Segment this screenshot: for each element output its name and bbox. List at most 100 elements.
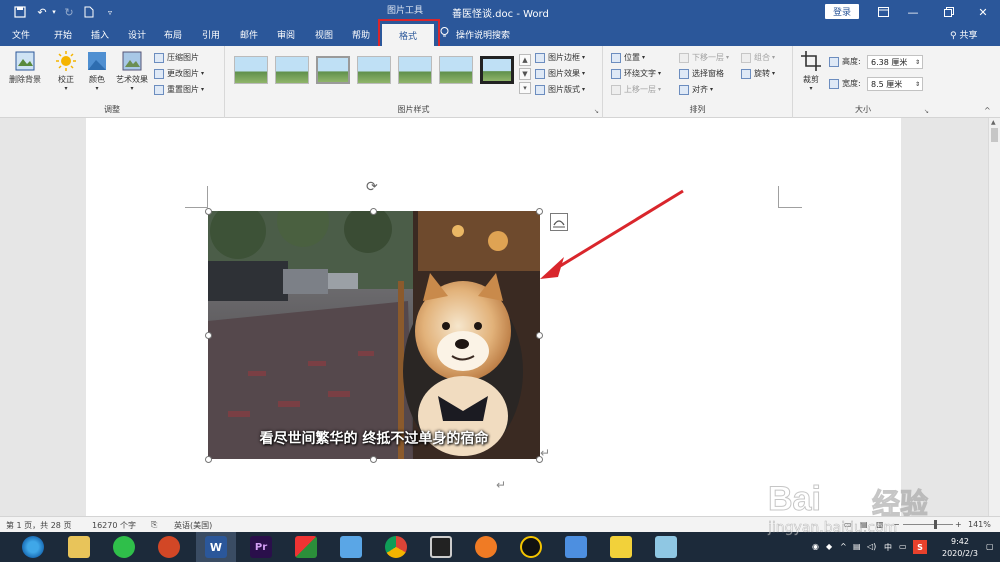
compress-pictures-button[interactable]: 压缩图片	[154, 52, 199, 63]
height-input[interactable]: 6.38 厘米 ⇕	[867, 55, 923, 69]
volume-icon[interactable]: ◁)	[867, 542, 876, 551]
close-icon[interactable]: ✕	[974, 3, 992, 21]
qq-icon[interactable]	[520, 536, 542, 558]
minimize-icon[interactable]: —	[904, 3, 922, 21]
share-button[interactable]: ⚲ 共享	[950, 28, 977, 41]
web-layout-icon[interactable]: ▥	[876, 520, 884, 529]
picture-style-2[interactable]	[275, 56, 309, 84]
picture-style-6[interactable]	[439, 56, 473, 84]
proofing-icon[interactable]: ⎘	[151, 520, 157, 530]
browser-icon[interactable]	[22, 536, 44, 558]
eraser-app-icon[interactable]	[655, 536, 677, 558]
resize-handle-bottom[interactable]	[370, 456, 377, 463]
tab-design[interactable]: 设计	[128, 28, 146, 41]
dialog-launcher-icon[interactable]: ↘	[594, 108, 599, 115]
resize-handle-left[interactable]	[205, 332, 212, 339]
picture-layout-button[interactable]: 图片版式 ▾	[535, 84, 585, 95]
clock-date[interactable]: 2020/2/3	[942, 549, 978, 558]
tray-app-icon[interactable]: ◆	[826, 542, 832, 551]
tab-file[interactable]: 文件	[12, 28, 30, 41]
ime-indicator[interactable]: 中	[884, 542, 892, 553]
picture-effects-button[interactable]: 图片效果 ▾	[535, 68, 585, 79]
read-mode-icon[interactable]: ▭	[844, 520, 852, 529]
color-button[interactable]: 颜色 ▾	[84, 50, 110, 92]
rotate-button[interactable]: 旋转 ▾	[741, 68, 775, 79]
bring-forward-button[interactable]: 上移一层 ▾	[611, 84, 661, 95]
file-explorer-icon[interactable]	[68, 536, 90, 558]
new-document-icon[interactable]	[82, 4, 96, 20]
width-input[interactable]: 8.5 厘米 ⇕	[867, 77, 923, 91]
media-player-icon[interactable]	[475, 536, 497, 558]
zoom-out-icon[interactable]: −	[893, 520, 900, 529]
spinner-icon[interactable]: ⇕	[915, 81, 920, 88]
save-icon[interactable]	[12, 4, 28, 20]
collapse-ribbon-icon[interactable]: ^	[984, 106, 991, 115]
chrome-icon[interactable]	[385, 536, 407, 558]
print-layout-icon[interactable]: ▤	[860, 520, 868, 529]
picture-border-button[interactable]: 图片边框 ▾	[535, 52, 585, 63]
show-hidden-icons-icon[interactable]: ^	[840, 542, 847, 551]
tab-insert[interactable]: 插入	[91, 28, 109, 41]
picture-style-4[interactable]	[357, 56, 391, 84]
gallery-scroll-down-icon[interactable]: ▼	[519, 68, 531, 80]
tell-me-search[interactable]: 操作说明搜索	[456, 28, 510, 41]
tab-view[interactable]: 视图	[315, 28, 333, 41]
zoom-slider-thumb[interactable]	[934, 520, 937, 529]
tab-mailings[interactable]: 邮件	[240, 28, 258, 41]
powerpoint-icon[interactable]	[158, 536, 180, 558]
undo-icon[interactable]: ↶	[34, 4, 50, 20]
dialog-launcher-icon[interactable]: ↘	[924, 108, 929, 115]
tab-review[interactable]: 审阅	[277, 28, 295, 41]
rotate-handle-icon[interactable]: ⟳	[366, 179, 382, 195]
gallery-scroll-up-icon[interactable]: ▲	[519, 54, 531, 66]
crop-button[interactable]: 裁剪 ▾	[799, 50, 823, 92]
feishu-icon[interactable]	[565, 536, 587, 558]
customize-toolbar-icon[interactable]: ▿	[104, 4, 116, 20]
login-button[interactable]: 登录	[825, 4, 859, 19]
scroll-up-icon[interactable]: ▲	[991, 119, 996, 126]
picture-style-5[interactable]	[398, 56, 432, 84]
scrollbar-thumb[interactable]	[991, 128, 998, 142]
selected-picture[interactable]: 看尽世间繁华的 终抵不过单身的宿命	[208, 211, 540, 459]
resize-handle-top[interactable]	[370, 208, 377, 215]
wechat-icon[interactable]	[113, 536, 135, 558]
artistic-effects-button[interactable]: 艺术效果 ▾	[112, 50, 152, 92]
restore-icon[interactable]	[940, 3, 958, 21]
corrections-button[interactable]: 校正 ▾	[52, 50, 80, 92]
tab-layout[interactable]: 布局	[164, 28, 182, 41]
tab-references[interactable]: 引用	[202, 28, 220, 41]
position-button[interactable]: 位置 ▾	[611, 52, 645, 63]
picture-style-3[interactable]	[316, 56, 350, 84]
picture-style-7[interactable]	[480, 56, 514, 84]
video-editor-icon[interactable]	[430, 536, 452, 558]
notification-icon[interactable]: ▢	[986, 542, 994, 551]
reset-picture-button[interactable]: 重置图片 ▾	[154, 84, 204, 95]
premiere-icon[interactable]: Pr	[250, 536, 272, 558]
cloud-app-icon[interactable]	[340, 536, 362, 558]
notes-app-icon[interactable]	[610, 536, 632, 558]
word-icon[interactable]: W	[205, 536, 227, 558]
network-icon[interactable]: ▤	[853, 542, 861, 551]
vertical-scrollbar[interactable]: ▲	[988, 118, 1000, 516]
zoom-in-icon[interactable]: +	[955, 520, 962, 529]
resize-handle-top-left[interactable]	[205, 208, 212, 215]
language-indicator[interactable]: 英语(美国)	[174, 520, 212, 531]
gallery-more-icon[interactable]: ▾	[519, 82, 531, 94]
spinner-icon[interactable]: ⇕	[915, 59, 920, 66]
group-objects-button[interactable]: 组合 ▾	[741, 52, 775, 63]
resize-handle-bottom-left[interactable]	[205, 456, 212, 463]
tab-help[interactable]: 帮助	[352, 28, 370, 41]
zoom-level[interactable]: 141%	[968, 520, 991, 529]
change-picture-button[interactable]: 更改图片 ▾	[154, 68, 204, 79]
sogou-ime-icon[interactable]: S	[913, 540, 927, 554]
resize-handle-right[interactable]	[536, 332, 543, 339]
word-count[interactable]: 16270 个字	[92, 520, 136, 531]
clock-time[interactable]: 9:42	[951, 537, 969, 546]
send-backward-button[interactable]: 下移一层 ▾	[679, 52, 729, 63]
tab-home[interactable]: 开始	[54, 28, 72, 41]
page-count[interactable]: 第 1 页，共 28 页	[6, 520, 71, 531]
picture-style-1[interactable]	[234, 56, 268, 84]
wrap-text-button[interactable]: 环绕文字 ▾	[611, 68, 661, 79]
zoom-slider[interactable]	[903, 524, 953, 525]
photo-app-icon[interactable]	[295, 536, 317, 558]
